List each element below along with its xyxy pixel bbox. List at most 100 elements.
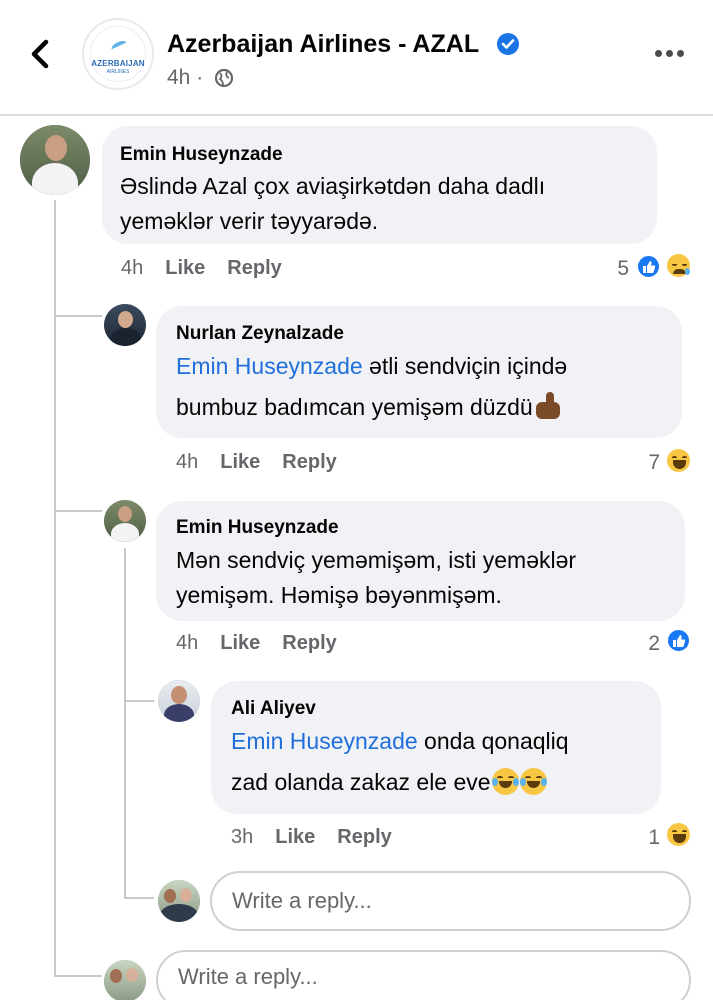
dot xyxy=(666,50,673,57)
haha-reaction-icon xyxy=(665,821,692,848)
dot xyxy=(655,50,662,57)
logo-subtitle: AIRLINES xyxy=(106,69,130,75)
comment-bubble: Ali Aliyev Emin Huseynzade onda qonaqliq… xyxy=(211,681,661,814)
comment-author[interactable]: Nurlan Zeynalzade xyxy=(176,323,344,345)
comment-actions: 4h Like Reply xyxy=(121,257,282,280)
comment-actions: 4h Like Reply xyxy=(176,632,337,655)
reply-button[interactable]: Reply xyxy=(282,632,336,654)
reply-input-container[interactable] xyxy=(156,949,691,1000)
avatar-head xyxy=(118,506,132,522)
like-button[interactable]: Like xyxy=(165,257,205,279)
verified-badge-icon xyxy=(497,33,519,55)
sad-reaction-icon xyxy=(665,252,692,279)
comment-author[interactable]: Emin Huseynzade xyxy=(176,517,339,539)
avatar-body xyxy=(111,523,139,542)
current-user-avatar xyxy=(158,880,200,922)
reply-input[interactable] xyxy=(232,873,614,929)
comment-text: ətli sendviçin içində xyxy=(362,353,568,379)
comment-text: zad olanda zakaz ele eve xyxy=(231,769,491,795)
mention-link[interactable]: Emin Huseynzade xyxy=(176,353,363,379)
emoji-eye xyxy=(682,830,687,833)
comment-actions: 3h Like Reply xyxy=(231,826,392,849)
avatar-head xyxy=(180,888,192,902)
more-options-icon[interactable] xyxy=(655,50,685,60)
emoji-tear xyxy=(685,268,690,275)
comment-text-line: Əslində Azal çox aviaşirkətdən daha dadl… xyxy=(120,173,546,199)
page-name[interactable]: Azerbaijan Airlines - AZAL xyxy=(167,30,479,59)
comment-text: bumbuz badımcan yemişəm düzdü xyxy=(176,394,533,420)
thread-connector xyxy=(54,510,102,512)
reply-input[interactable] xyxy=(178,949,603,1000)
like-reaction-icon xyxy=(636,254,661,279)
avatar-body xyxy=(32,163,78,195)
like-reaction-icon xyxy=(666,628,691,653)
comment-text-line: Emin Huseynzade ətli sendviçin içində xyxy=(176,349,567,384)
like-button[interactable]: Like xyxy=(220,632,260,654)
dot xyxy=(677,50,684,57)
comment-text-line: yemişəm. Həmişə bəyənmişəm. xyxy=(176,582,502,608)
comment-time: 3h xyxy=(231,826,254,848)
emoji-mouth xyxy=(673,834,686,843)
thread-connector xyxy=(124,897,154,899)
reply-input-container[interactable] xyxy=(210,871,691,931)
reaction-count[interactable]: 2 xyxy=(640,632,660,656)
comment-text-line: zad olanda zakaz ele eve xyxy=(231,765,547,800)
emoji-mouth xyxy=(673,460,686,469)
thread-line xyxy=(124,548,126,898)
comment-text: onda qonaqliq xyxy=(417,728,569,754)
logo-wordmark: AZERBAIJAN xyxy=(91,59,145,68)
globe-icon xyxy=(214,68,234,88)
comment-time: 4h xyxy=(176,632,199,654)
comment-actions: 4h Like Reply xyxy=(176,451,337,474)
emoji-eye xyxy=(682,456,687,459)
comment-text-line: yeməklər verir təyyarədə. xyxy=(120,208,379,234)
comment-author[interactable]: Emin Huseynzade xyxy=(120,144,283,166)
reply-button[interactable]: Reply xyxy=(337,826,391,848)
reply-button[interactable]: Reply xyxy=(227,257,281,279)
comment-bubble: Nurlan Zeynalzade Emin Huseynzade ətli s… xyxy=(156,306,682,438)
avatar[interactable] xyxy=(158,680,200,722)
post-header: AZERBAIJAN AIRLINES Azerbaijan Airlines … xyxy=(0,0,713,115)
current-user-avatar xyxy=(104,960,146,1000)
page-logo-avatar[interactable]: AZERBAIJAN AIRLINES xyxy=(82,18,154,90)
comment-bubble: Emin Huseynzade Əslində Azal çox aviaşir… xyxy=(102,126,657,244)
avatar-body xyxy=(111,328,141,346)
thread-connector xyxy=(54,975,102,977)
comment-text-line: Emin Huseynzade onda qonaqliq xyxy=(231,724,569,759)
reaction-count[interactable]: 7 xyxy=(640,451,660,475)
avatar-head xyxy=(164,889,176,903)
reaction-count[interactable]: 1 xyxy=(640,826,660,850)
like-button[interactable]: Like xyxy=(275,826,315,848)
reply-button[interactable]: Reply xyxy=(282,451,336,473)
like-button[interactable]: Like xyxy=(220,451,260,473)
post-age: 4h · xyxy=(167,66,204,89)
laughing-emoji-icon xyxy=(491,768,519,795)
emoji-eye xyxy=(672,830,677,833)
avatar[interactable] xyxy=(104,304,146,346)
comment-time: 4h xyxy=(121,257,144,279)
avatar[interactable] xyxy=(104,500,146,542)
emoji-eye xyxy=(682,263,687,266)
avatar-body xyxy=(160,904,198,922)
comment-text-line: bumbuz badımcan yemişəm düzdü xyxy=(176,390,564,425)
emoji-eye xyxy=(672,263,677,266)
avatar[interactable] xyxy=(20,125,90,195)
comment-bubble: Emin Huseynzade Mən sendviç yeməmişəm, i… xyxy=(156,501,685,621)
avatar-head xyxy=(126,968,138,982)
haha-reaction-icon xyxy=(665,447,692,474)
avatar-head xyxy=(110,969,122,983)
header-divider xyxy=(0,114,713,116)
avatar-head xyxy=(171,686,187,704)
laughing-emoji-icon xyxy=(519,768,547,795)
back-arrow-icon[interactable] xyxy=(24,36,58,72)
avatar-body xyxy=(164,704,194,722)
avatar-head xyxy=(45,135,67,161)
avatar-head xyxy=(118,311,133,328)
reaction-count[interactable]: 5 xyxy=(609,257,629,281)
thread-connector xyxy=(124,700,154,702)
emoji-eye xyxy=(672,456,677,459)
thread-connector xyxy=(54,315,102,317)
comment-author[interactable]: Ali Aliyev xyxy=(231,698,316,720)
thumbs-up-emoji-icon xyxy=(534,391,564,421)
mention-link[interactable]: Emin Huseynzade xyxy=(231,728,418,754)
